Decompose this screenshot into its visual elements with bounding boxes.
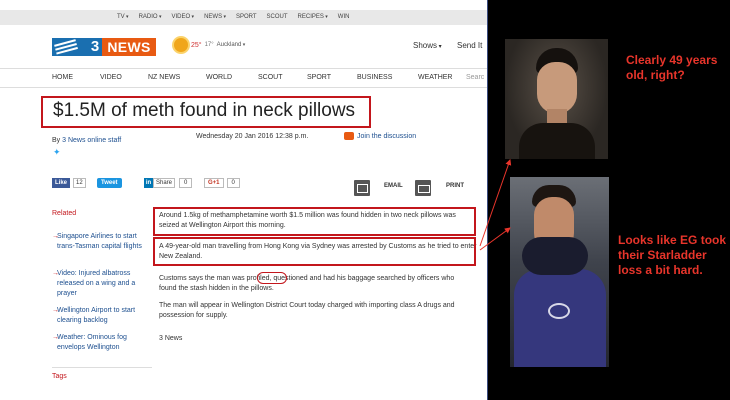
weather-city[interactable]: Auckland <box>217 42 246 48</box>
sun-icon <box>174 38 188 52</box>
nav-item-video[interactable]: VIDEO <box>100 69 122 87</box>
send-it-link[interactable]: Send It <box>457 41 482 50</box>
facebook-like-button[interactable]: Like <box>52 178 71 188</box>
google-plus-widget[interactable]: G+1 0 <box>204 178 240 188</box>
topbar-item-scout[interactable]: SCOUT <box>262 10 293 25</box>
news-page: TVRADIOVIDEONEWSSPORTSCOUTRECIPESWIN 3 N… <box>0 0 487 400</box>
join-discussion-link[interactable]: Join the discussion <box>357 133 416 140</box>
nav-item-world[interactable]: WORLD <box>206 69 232 87</box>
paragraph-highlight-box <box>153 237 476 266</box>
search-input[interactable]: Searc <box>466 69 484 87</box>
topbar-item-video[interactable]: VIDEO <box>167 10 200 25</box>
related-item[interactable]: → Video: Injured albatross released on a … <box>52 269 152 300</box>
arrow-right-icon: → <box>52 334 59 341</box>
related-item[interactable]: → Weather: Ominous fog envelops Wellingto… <box>52 333 152 353</box>
twitter-bird-icon[interactable]: ✦ <box>53 148 63 157</box>
linkedin-share-count: 0 <box>179 178 193 188</box>
nav-item-sport[interactable]: SPORT <box>307 69 331 87</box>
weather-high: 25° <box>191 41 202 49</box>
related-link[interactable]: Weather: Ominous fog envelops Wellington <box>57 334 127 351</box>
article-paragraph: The man will appear in Wellington Distri… <box>159 302 455 319</box>
headline-highlight-box: $1.5M of meth found in neck pillows <box>41 96 371 128</box>
byline: By 3 News online staff <box>52 137 121 144</box>
sidebar-divider <box>52 367 152 368</box>
byline-prefix: By <box>52 137 61 144</box>
nav-item-home[interactable]: HOME <box>52 69 73 87</box>
related-item[interactable]: → Singapore Airlines to start trans-Tasma… <box>52 232 152 263</box>
caption-bottom: Looks like EG took their Starladder loss… <box>618 233 727 277</box>
related-item[interactable]: → Wellington Airport to start clearing ba… <box>52 306 152 327</box>
nav-item-business[interactable]: BUSINESS <box>357 69 392 87</box>
linkedin-share-widget[interactable]: in Share 0 <box>144 178 193 188</box>
topbar-item-sport[interactable]: SPORT <box>231 10 262 25</box>
print-button[interactable]: PRINT <box>446 183 464 189</box>
topbar-item-win[interactable]: WIN <box>333 10 355 25</box>
logo-number: 3 <box>88 38 102 56</box>
nav-item-weather[interactable]: WEATHER <box>418 69 452 87</box>
facebook-like-count: 12 <box>73 178 86 188</box>
google-plus-count: 0 <box>226 178 240 188</box>
linkedin-share-button[interactable]: Share <box>153 178 176 188</box>
article-credit: 3 News <box>159 335 183 342</box>
nav-item-nz-news[interactable]: NZ NEWS <box>148 69 180 87</box>
logo-word: NEWS <box>102 38 156 56</box>
logo-mark-icon <box>52 38 88 56</box>
arrow-to-bottom-photo <box>479 227 511 251</box>
arrow-to-top-photo <box>479 159 512 247</box>
topbar-item-news[interactable]: NEWS <box>199 10 231 25</box>
main-navigation: HOME VIDEO NZ NEWS WORLD SCOUT SPORT BUSINESS W… <box>0 68 487 88</box>
3news-logo[interactable]: 3 NEWS <box>52 38 156 56</box>
tweet-button[interactable]: Tweet <box>97 178 122 188</box>
tags-heading: Tags <box>52 373 67 380</box>
arrow-right-icon: → <box>52 233 59 240</box>
facebook-like-widget[interactable]: Like 12 <box>52 178 86 188</box>
caption-top: Clearly 49 years old, right? <box>626 53 718 82</box>
related-link[interactable]: Singapore Airlines to start trans-Tasman… <box>57 233 142 250</box>
arrow-right-icon: → <box>52 270 59 277</box>
article-date: Wednesday 20 Jan 2016 12:38 p.m. <box>196 133 309 140</box>
google-plus-button[interactable]: G+1 <box>204 178 224 188</box>
shows-menu[interactable]: Shows <box>413 41 442 50</box>
annotation-arrows <box>479 159 512 251</box>
article-paragraph: Customs says the man was profiled, quest… <box>159 275 455 292</box>
top-navigation-bar: TVRADIOVIDEONEWSSPORTSCOUTRECIPESWIN <box>0 10 487 25</box>
linkedin-icon: in <box>144 178 153 188</box>
paragraph-highlight-box <box>153 207 476 236</box>
related-list: → Singapore Airlines to start trans-Tasma… <box>52 232 152 359</box>
email-button[interactable]: EMAIL <box>384 183 403 189</box>
printer-icon[interactable] <box>415 180 431 196</box>
weather-widget[interactable]: 25° 17° Auckland <box>174 38 245 52</box>
byline-author-link[interactable]: 3 News online staff <box>62 137 121 144</box>
comment-bubble-icon[interactable] <box>344 132 354 140</box>
tweet-widget[interactable]: Tweet <box>97 178 122 188</box>
weather-low: 17° <box>204 42 214 48</box>
envelope-icon[interactable] <box>354 180 370 196</box>
article-headline: $1.5M of meth found in neck pillows <box>53 100 356 121</box>
topbar-item-recipes[interactable]: RECIPES <box>293 10 333 25</box>
topbar-item-radio[interactable]: RADIO <box>134 10 167 25</box>
arrow-right-icon: → <box>52 307 59 314</box>
profiled-circle-annotation <box>257 272 287 284</box>
related-link[interactable]: Wellington Airport to start clearing bac… <box>57 307 135 324</box>
nav-item-scout[interactable]: SCOUT <box>258 69 283 87</box>
related-link[interactable]: Video: Injured albatross released on a w… <box>57 270 135 297</box>
topbar-item-tv[interactable]: TV <box>112 10 134 25</box>
related-heading: Related <box>52 210 77 217</box>
